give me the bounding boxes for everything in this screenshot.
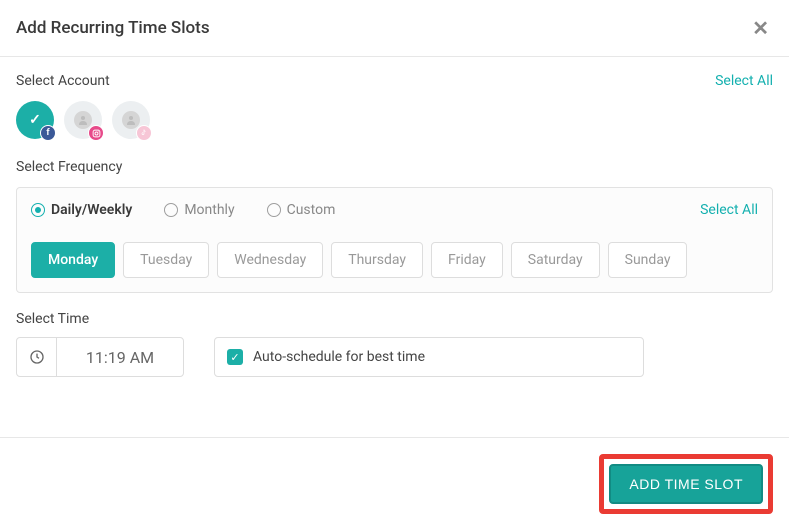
select-account-label: Select Account xyxy=(16,73,110,89)
radio-label: Daily/Weekly xyxy=(51,202,132,218)
modal-title: Add Recurring Time Slots xyxy=(16,18,210,38)
highlight-box: ADD TIME SLOT xyxy=(599,454,773,514)
placeholder-icon xyxy=(122,111,140,129)
frequency-top-row: Daily/Weekly Monthly Custom Select All xyxy=(31,202,758,218)
placeholder-icon xyxy=(74,111,92,129)
modal-body: Select Account Select All ✓ f Select Fre… xyxy=(0,57,789,393)
clock-icon xyxy=(17,338,57,376)
select-frequency-label: Select Frequency xyxy=(16,159,122,175)
accounts-row: ✓ f xyxy=(16,101,773,139)
account-facebook[interactable]: ✓ f xyxy=(16,101,54,139)
account-tiktok[interactable] xyxy=(112,101,150,139)
select-all-accounts-link[interactable]: Select All xyxy=(715,73,773,89)
radio-icon xyxy=(31,203,45,217)
days-row: Monday Tuesday Wednesday Thursday Friday… xyxy=(31,242,758,278)
modal-footer: ADD TIME SLOT xyxy=(0,437,789,530)
modal-header: Add Recurring Time Slots ✕ xyxy=(0,0,789,57)
time-row: 11:19 AM ✓ Auto-schedule for best time xyxy=(16,337,773,377)
radio-label: Custom xyxy=(287,202,336,218)
auto-schedule-box: ✓ Auto-schedule for best time xyxy=(214,337,644,377)
auto-schedule-label: Auto-schedule for best time xyxy=(253,349,425,365)
day-sunday[interactable]: Sunday xyxy=(608,242,688,278)
tiktok-icon xyxy=(136,125,152,141)
day-monday[interactable]: Monday xyxy=(31,242,115,278)
day-wednesday[interactable]: Wednesday xyxy=(217,242,323,278)
facebook-icon: f xyxy=(40,125,56,141)
account-instagram[interactable] xyxy=(64,101,102,139)
check-icon: ✓ xyxy=(29,112,41,128)
account-section-header: Select Account Select All xyxy=(16,73,773,89)
radio-monthly[interactable]: Monthly xyxy=(164,202,234,218)
radio-custom[interactable]: Custom xyxy=(267,202,336,218)
time-picker[interactable]: 11:19 AM xyxy=(16,337,184,377)
select-all-days-link[interactable]: Select All xyxy=(700,202,758,218)
close-icon[interactable]: ✕ xyxy=(748,16,773,40)
instagram-icon xyxy=(88,125,104,141)
radio-label: Monthly xyxy=(184,202,234,218)
auto-schedule-checkbox[interactable]: ✓ xyxy=(227,349,243,365)
day-saturday[interactable]: Saturday xyxy=(511,242,600,278)
day-friday[interactable]: Friday xyxy=(431,242,503,278)
radio-icon xyxy=(267,203,281,217)
add-time-slot-button[interactable]: ADD TIME SLOT xyxy=(609,464,763,504)
radio-icon xyxy=(164,203,178,217)
frequency-section-header: Select Frequency xyxy=(16,159,773,175)
select-time-label: Select Time xyxy=(16,311,773,327)
frequency-container: Daily/Weekly Monthly Custom Select All M… xyxy=(16,187,773,293)
day-tuesday[interactable]: Tuesday xyxy=(123,242,209,278)
day-thursday[interactable]: Thursday xyxy=(331,242,423,278)
frequency-radio-group: Daily/Weekly Monthly Custom xyxy=(31,202,335,218)
time-value: 11:19 AM xyxy=(57,338,183,376)
radio-daily-weekly[interactable]: Daily/Weekly xyxy=(31,202,132,218)
